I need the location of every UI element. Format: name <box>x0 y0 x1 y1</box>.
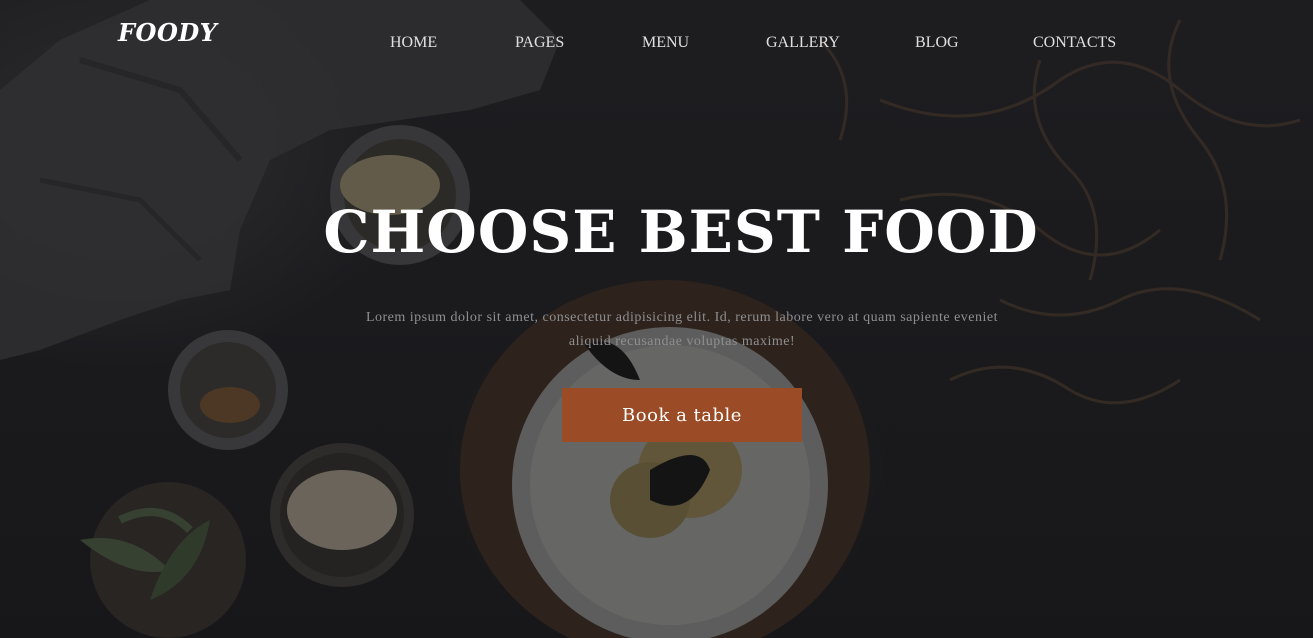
hero-title: CHOOSE BEST FOOD <box>323 198 1039 266</box>
book-table-button[interactable]: Book a table <box>562 388 802 442</box>
nav-menu[interactable]: MENU <box>642 34 689 52</box>
nav-contacts[interactable]: CONTACTS <box>1033 34 1116 52</box>
nav-gallery[interactable]: GALLERY <box>766 34 840 52</box>
hero-subtitle: Lorem ipsum dolor sit amet, consectetur … <box>365 310 999 349</box>
nav-pages[interactable]: PAGES <box>515 34 564 52</box>
main-nav: HOME PAGES MENU GALLERY BLOG CONTACTS <box>0 34 1313 56</box>
nav-home[interactable]: HOME <box>390 34 437 52</box>
nav-blog[interactable]: BLOG <box>915 34 959 52</box>
